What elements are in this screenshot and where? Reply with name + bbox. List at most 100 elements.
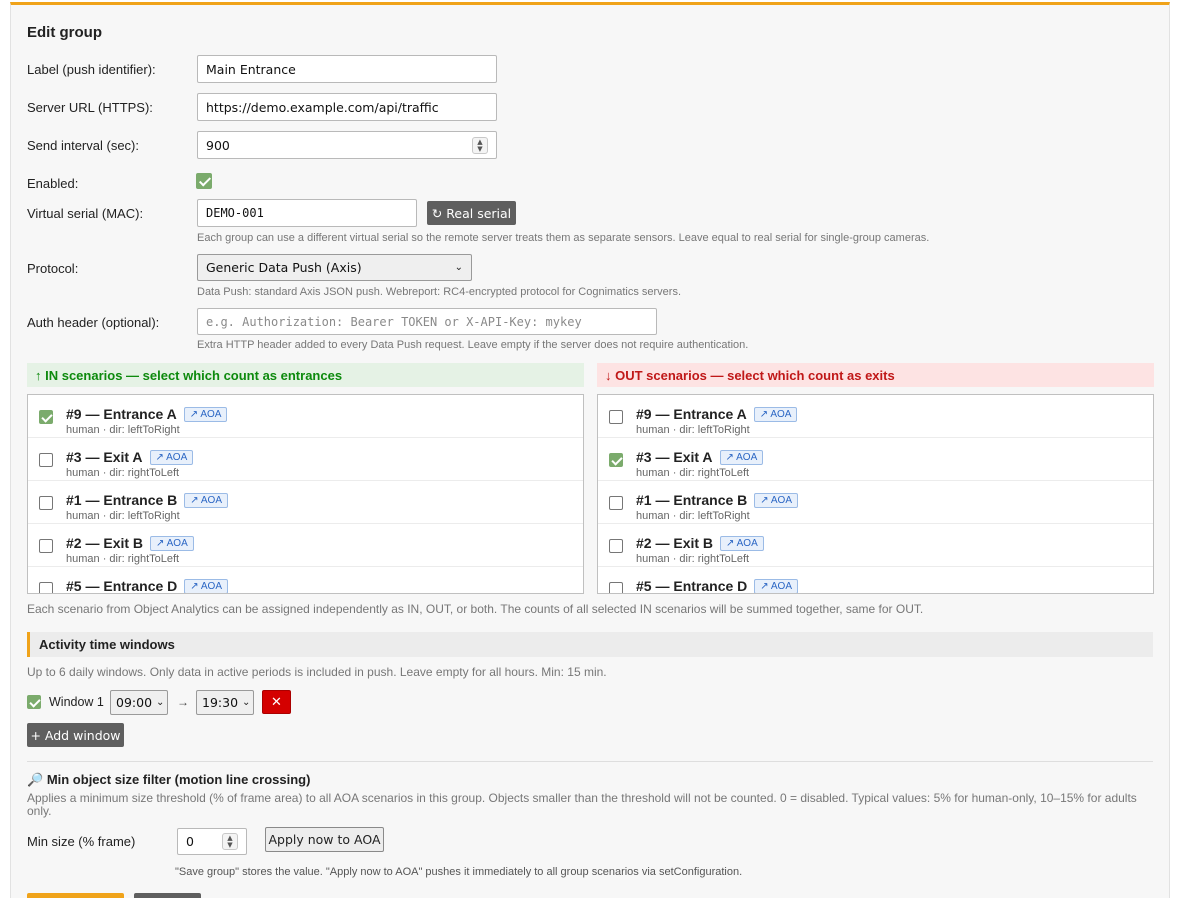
scenario-name: #5 — Entrance D (636, 578, 748, 594)
remove-window-button[interactable]: ✕ (262, 690, 291, 714)
auth-header-input[interactable]: e.g. Authorization: Bearer TOKEN or X-AP… (197, 308, 657, 335)
list-item[interactable]: #3 — Exit A ↗ AOA human · dir: rightToLef… (28, 438, 583, 481)
min-size-title-text: Min object size filter (motion line cros… (46, 772, 311, 787)
aoa-link[interactable]: ↗ AOA (754, 579, 798, 593)
edit-group-panel: Edit group Label (push identifier): Main… (10, 2, 1170, 898)
window-end-value: 19:30 (202, 695, 239, 710)
window-enabled-checkbox[interactable] (27, 695, 41, 709)
min-size-note: "Save group" stores the value. "Apply no… (175, 866, 743, 878)
enabled-label: Enabled: (27, 176, 79, 191)
scenario-name: #5 — Entrance D (66, 578, 178, 594)
server-url-label: Server URL (HTTPS): (27, 100, 153, 115)
activity-section-header: Activity time windows (27, 632, 1153, 657)
protocol-select[interactable]: Generic Data Push (Axis) ⌄ (197, 254, 472, 281)
list-item[interactable]: #3 — Exit A ↗ AOA human · dir: rightToLef… (598, 438, 1153, 481)
aoa-link[interactable]: ↗ AOA (719, 450, 764, 465)
scenario-name: #9 — Entrance A (66, 406, 177, 422)
min-size-input[interactable]: 0 ▲ ▼ (177, 828, 247, 855)
label-input[interactable]: Main Entrance (197, 55, 497, 83)
scenario-name: #2 — Exit B (66, 535, 144, 551)
aoa-link[interactable]: ↗ AOA (183, 407, 228, 422)
window-start-value: 09:00 (116, 695, 153, 710)
scenario-meta: human · dir: leftToRight (636, 510, 750, 522)
aoa-link[interactable]: ↗ AOA (754, 493, 798, 508)
list-item[interactable]: #5 — Entrance D ↗ AOA (598, 567, 1153, 594)
out-scenario-checkbox[interactable] (609, 410, 623, 424)
scenarios-help: Each scenario from Object Analytics can … (27, 602, 924, 616)
in-scenario-checkbox[interactable] (39, 453, 53, 467)
in-scenario-checkbox[interactable] (39, 496, 53, 510)
protocol-selected: Generic Data Push (Axis) (206, 260, 362, 275)
min-size-value: 0 (186, 834, 194, 849)
save-group-button[interactable] (27, 893, 124, 898)
scenario-name: #1 — Entrance B (66, 492, 178, 508)
window-end-select[interactable]: 19:30 ⌄ (196, 690, 254, 715)
in-scenario-checkbox[interactable] (39, 410, 53, 424)
aoa-link[interactable]: ↗ AOA (150, 536, 194, 551)
min-size-title: 🔎 Min object size filter (motion line cr… (27, 772, 310, 788)
scenario-meta: human · dir: leftToRight (66, 510, 180, 522)
spinner-arrows-icon[interactable]: ▲ ▼ (222, 833, 238, 850)
in-scenario-checkbox[interactable] (39, 582, 53, 593)
list-item[interactable]: #1 — Entrance B ↗ AOA human · dir: leftTo… (28, 481, 583, 524)
out-scenarios-header: ↓ OUT scenarios — select which count as … (597, 363, 1154, 387)
divider (27, 761, 1153, 762)
virtual-serial-help: Each group can use a different virtual s… (197, 232, 930, 244)
auth-header-help: Extra HTTP header added to every Data Pu… (197, 339, 749, 351)
list-item[interactable]: #1 — Entrance B ↗ AOA human · dir: leftTo… (598, 481, 1153, 524)
auth-header-label: Auth header (optional): (27, 315, 160, 330)
min-size-help: Applies a minimum size threshold (% of f… (27, 791, 1137, 818)
activity-help: Up to 6 daily windows. Only data in acti… (27, 665, 607, 679)
aoa-link[interactable]: ↗ AOA (184, 579, 228, 593)
virtual-serial-label: Virtual serial (MAC): (27, 206, 144, 221)
scenario-name: #3 — Exit A (636, 449, 713, 465)
scenario-meta: human · dir: rightToLeft (66, 467, 180, 479)
in-scenarios-header: ↑ IN scenarios — select which count as e… (27, 363, 584, 387)
list-item[interactable]: #2 — Exit B ↗ AOA human · dir: rightToLef… (598, 524, 1153, 567)
out-scenario-checkbox[interactable] (609, 539, 623, 553)
out-scenario-checkbox[interactable] (609, 582, 623, 593)
list-item[interactable]: #9 — Entrance A ↗ AOA human · dir: leftTo… (598, 395, 1153, 438)
window-start-select[interactable]: 09:00 ⌄ (110, 690, 168, 715)
aoa-link[interactable]: ↗ AOA (149, 450, 194, 465)
server-url-input[interactable]: https://demo.example.com/api/traffic (197, 93, 497, 121)
cancel-button[interactable] (134, 893, 201, 898)
magnifier-icon: 🔎 (27, 772, 44, 787)
min-size-label: Min size (% frame) (27, 834, 136, 849)
chevron-down-icon: ⌄ (156, 697, 165, 708)
list-item[interactable]: #2 — Exit B ↗ AOA human · dir: rightToLef… (28, 524, 583, 567)
scenario-meta: human · dir: leftToRight (66, 424, 180, 436)
close-icon: ✕ (271, 694, 282, 709)
list-item[interactable]: #9 — Entrance A ↗ AOA human · dir: leftTo… (28, 395, 583, 438)
spinner-arrows-icon[interactable]: ▲ ▼ (472, 137, 488, 154)
scenario-meta: human · dir: rightToLeft (636, 467, 750, 479)
aoa-link[interactable]: ↗ AOA (753, 407, 798, 422)
add-window-button[interactable]: + Add window (27, 723, 124, 747)
aoa-link[interactable]: ↗ AOA (720, 536, 764, 551)
aoa-link[interactable]: ↗ AOA (184, 493, 228, 508)
out-scenario-list[interactable]: #9 — Entrance A ↗ AOA human · dir: leftTo… (597, 394, 1154, 594)
send-interval-input[interactable]: 900 ▲ ▼ (197, 131, 497, 159)
scenario-meta: human · dir: rightToLeft (66, 553, 180, 565)
scenario-name: #3 — Exit A (66, 449, 143, 465)
real-serial-button[interactable]: ↻ Real serial (427, 201, 516, 225)
virtual-serial-input[interactable]: DEMO-001 (197, 199, 417, 227)
arrow-separator: → (177, 695, 189, 709)
scenario-name: #9 — Entrance A (636, 406, 747, 422)
chevron-down-icon: ⌄ (454, 262, 463, 273)
label-field-label: Label (push identifier): (27, 62, 156, 77)
out-scenario-checkbox[interactable] (609, 453, 623, 467)
protocol-label: Protocol: (27, 261, 79, 276)
page-title: Edit group (27, 24, 102, 41)
scenario-meta: human · dir: leftToRight (636, 424, 750, 436)
in-scenario-list[interactable]: #9 — Entrance A ↗ AOA human · dir: leftTo… (27, 394, 584, 594)
scenario-meta: human · dir: rightToLeft (636, 553, 750, 565)
list-item[interactable]: #5 — Entrance D ↗ AOA (28, 567, 583, 594)
in-scenario-checkbox[interactable] (39, 539, 53, 553)
window-label: Window 1 (49, 695, 104, 709)
apply-now-button[interactable]: Apply now to AOA (265, 827, 384, 852)
out-scenario-checkbox[interactable] (609, 496, 623, 510)
scenario-name: #1 — Entrance B (636, 492, 748, 508)
send-interval-value: 900 (206, 137, 230, 153)
enabled-checkbox[interactable] (196, 173, 212, 189)
